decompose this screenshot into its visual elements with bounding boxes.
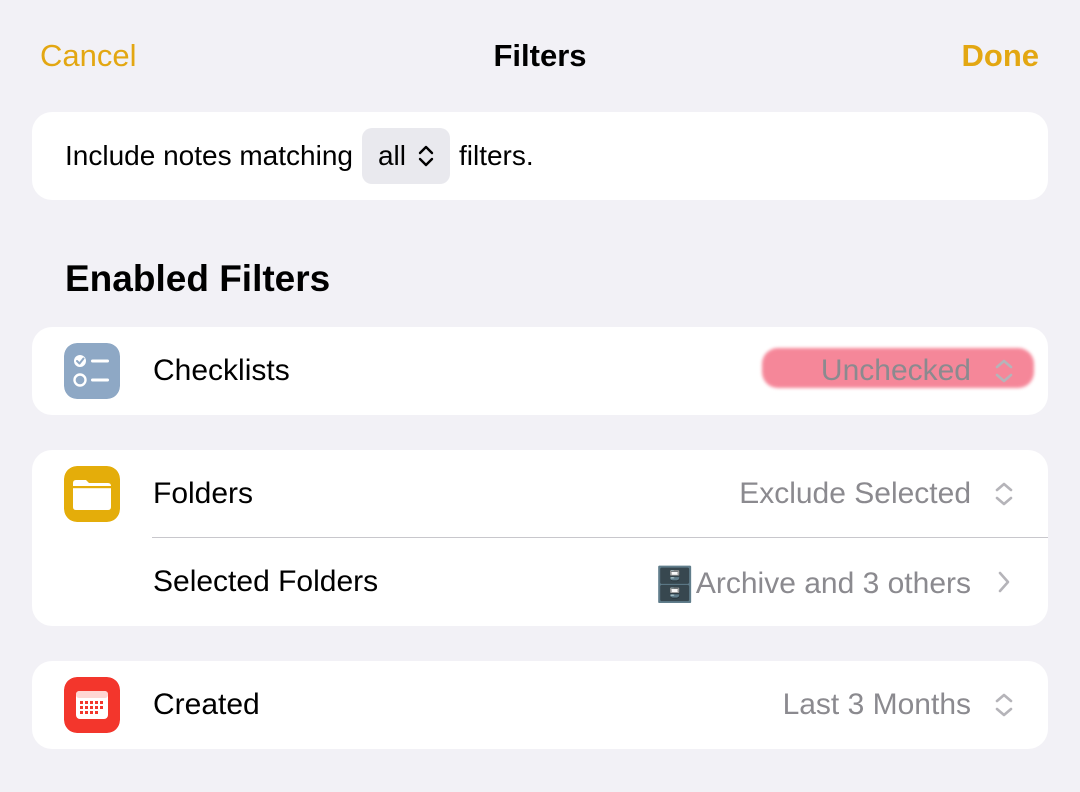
folders-value[interactable]: Exclude Selected bbox=[739, 477, 971, 511]
up-down-chevron-icon bbox=[995, 693, 1013, 717]
calendar-icon bbox=[64, 677, 120, 733]
checklists-value[interactable]: Unchecked bbox=[821, 354, 971, 388]
match-mode-value: all bbox=[377, 140, 406, 171]
folders-card: Folders Exclude Selected Selected Folder… bbox=[32, 450, 1048, 626]
match-prefix-text: Include notes matching bbox=[65, 140, 353, 171]
chevron-right-icon bbox=[998, 571, 1010, 593]
checklists-label: Checklists bbox=[153, 354, 290, 387]
navigation-bar: Cancel Filters Done bbox=[0, 0, 1080, 112]
filter-row-selected-folders[interactable]: Selected Folders 🗄️Archive and 3 others bbox=[32, 538, 1048, 626]
filter-row-created[interactable]: Created Last 3 Months bbox=[32, 661, 1048, 749]
match-mode-card: Include notes matching all filters. bbox=[32, 112, 1048, 200]
created-value[interactable]: Last 3 Months bbox=[783, 688, 971, 722]
match-mode-row: Include notes matching all filters. bbox=[65, 112, 534, 200]
match-mode-selector[interactable]: all bbox=[361, 128, 450, 184]
up-down-chevron-icon bbox=[995, 482, 1013, 506]
filter-row-folders[interactable]: Folders Exclude Selected bbox=[32, 450, 1048, 538]
page-title: Filters bbox=[493, 38, 587, 73]
up-down-chevron-icon bbox=[418, 145, 434, 167]
file-cabinet-icon: 🗄️ bbox=[653, 566, 696, 604]
up-down-chevron-icon bbox=[995, 359, 1013, 383]
folders-label: Folders bbox=[153, 477, 254, 510]
created-label: Created bbox=[153, 688, 260, 721]
checklist-icon bbox=[64, 343, 120, 399]
selected-folders-label: Selected Folders bbox=[153, 565, 379, 598]
selected-folders-value[interactable]: 🗄️Archive and 3 others bbox=[654, 565, 972, 605]
created-card: Created Last 3 Months bbox=[32, 661, 1048, 749]
folder-icon bbox=[64, 466, 120, 522]
section-header-enabled-filters: Enabled Filters bbox=[65, 258, 331, 299]
done-button[interactable]: Done bbox=[962, 38, 1040, 74]
match-suffix-text: filters. bbox=[458, 140, 534, 171]
selected-folders-text: Archive and 3 others bbox=[695, 567, 971, 600]
